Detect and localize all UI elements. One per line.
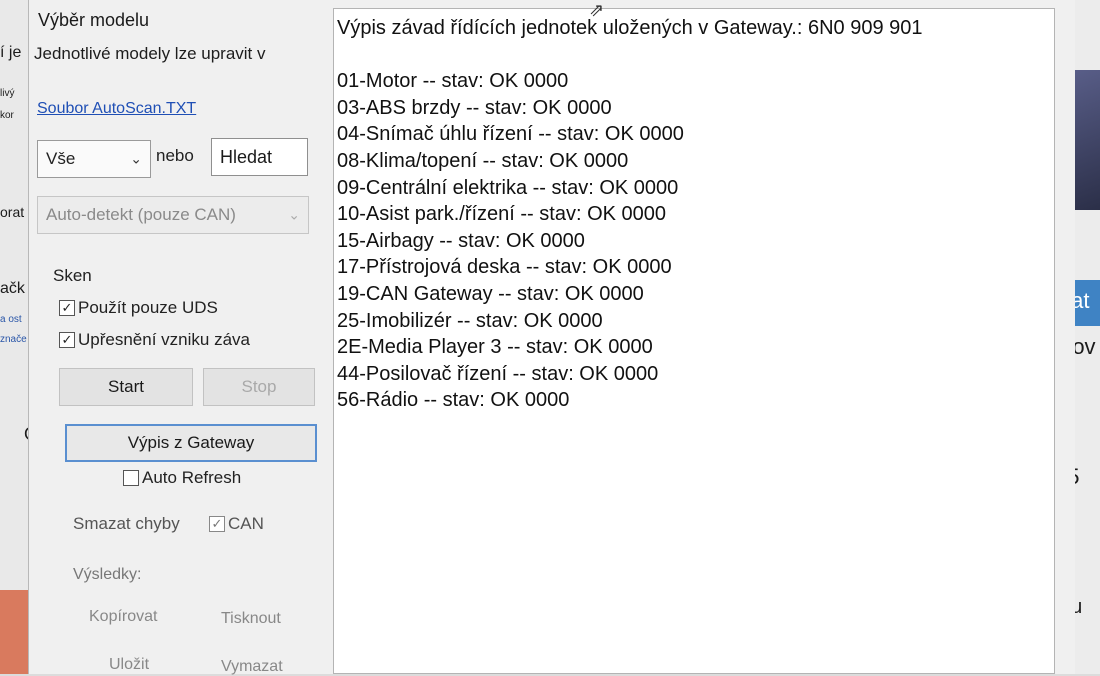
- output-line: 09-Centrální elektrika -- stav: OK 0000: [337, 176, 679, 199]
- gateway-output-textarea[interactable]: Výpis závad řídících jednotek uložených …: [333, 8, 1055, 674]
- output-list: 01-Motor -- stav: OK 0000 03-ABS brzdy -…: [337, 68, 1054, 414]
- bg-fragment: orat: [0, 204, 25, 220]
- output-line: 03-ABS brzdy -- stav: OK 0000: [337, 96, 612, 119]
- gateway-list-button[interactable]: Výpis z Gateway: [65, 424, 317, 462]
- detect-select[interactable]: Auto-detekt (pouze CAN) ⌄: [37, 196, 309, 234]
- stop-button[interactable]: Stop: [203, 368, 315, 406]
- scan-group-title: Sken: [53, 266, 92, 285]
- chevron-down-icon: ⌄: [130, 150, 142, 167]
- output-line: 44-Posilovač řízení -- stav: OK 0000: [337, 362, 659, 385]
- can-label: CAN: [228, 514, 264, 533]
- output-line: 56-Rádio -- stav: OK 0000: [337, 389, 570, 412]
- output-blank-line: [337, 42, 1054, 69]
- checkbox-unchecked-icon: [123, 470, 139, 486]
- start-button[interactable]: Start: [59, 368, 193, 406]
- checkbox-checked-icon: ✓: [59, 300, 75, 316]
- chevron-down-icon: ⌄: [288, 206, 300, 223]
- output-line: 25-Imobilizér -- stav: OK 0000: [337, 309, 603, 332]
- bg-fragment: kor: [0, 110, 14, 121]
- detect-select-value: Auto-detekt (pouze CAN): [46, 205, 236, 224]
- model-select[interactable]: Vše ⌄: [37, 140, 151, 178]
- can-checkbox[interactable]: ✓ CAN: [209, 514, 264, 534]
- output-line: 15-Airbagy -- stav: OK 0000: [337, 229, 585, 252]
- checkbox-checked-icon: ✓: [59, 332, 75, 348]
- output-line: 19-CAN Gateway -- stav: OK 0000: [337, 282, 644, 305]
- bg-fragment: znače: [0, 334, 27, 345]
- results-group-title: Výsledky:: [73, 566, 142, 583]
- refine-origin-label: Upřesnění vzniku záva: [78, 330, 250, 349]
- refine-origin-checkbox[interactable]: ✓ Upřesnění vzniku záva: [59, 330, 250, 350]
- output-line: 17-Přístrojová deska -- stav: OK 0000: [337, 256, 672, 279]
- bg-fragment: ačk: [0, 280, 25, 297]
- or-label: nebo: [156, 146, 194, 165]
- model-group-description: Jednotlivé modely lze upravit v: [34, 44, 266, 63]
- use-uds-checkbox[interactable]: ✓ Použít pouze UDS: [59, 298, 218, 318]
- output-line: 2E-Media Player 3 -- stav: OK 0000: [337, 336, 653, 359]
- model-group-title: Výběr modelu: [38, 10, 150, 30]
- erase-button[interactable]: Vymazat: [221, 658, 283, 676]
- output-line: 10-Asist park./řízení -- stav: OK 0000: [337, 203, 667, 226]
- autoscan-file-link[interactable]: Soubor AutoScan.TXT: [37, 100, 196, 118]
- copy-button[interactable]: Kopírovat: [89, 608, 157, 626]
- use-uds-label: Použít pouze UDS: [78, 298, 218, 317]
- bg-fragment: í je: [0, 44, 22, 61]
- auto-refresh-checkbox[interactable]: Auto Refresh: [123, 468, 241, 488]
- auto-refresh-label: Auto Refresh: [142, 468, 242, 487]
- output-line: 08-Klima/topení -- stav: OK 0000: [337, 149, 629, 172]
- print-button[interactable]: Tisknout: [221, 610, 281, 628]
- bg-fragment: livý: [0, 88, 15, 99]
- control-panel: Výběr modelu Jednotlivé modely lze uprav…: [29, 0, 329, 676]
- save-button[interactable]: Uložit: [109, 656, 149, 674]
- gateway-dialog: Výběr modelu Jednotlivé modely lze uprav…: [28, 0, 1075, 676]
- checkbox-checked-icon: ✓: [209, 516, 225, 532]
- output-line: 04-Snímač úhlu řízení -- stav: OK 0000: [337, 123, 684, 146]
- mouse-pointer-icon: ⇗: [589, 0, 605, 20]
- search-input[interactable]: [211, 138, 308, 176]
- clear-errors-button[interactable]: Smazat chyby: [73, 514, 180, 534]
- bg-fragment: a ost: [0, 314, 22, 325]
- output-line: 01-Motor -- stav: OK 0000: [337, 70, 569, 93]
- output-header: Výpis závad řídících jednotek uložených …: [337, 17, 923, 39]
- model-select-value: Vše: [46, 149, 76, 168]
